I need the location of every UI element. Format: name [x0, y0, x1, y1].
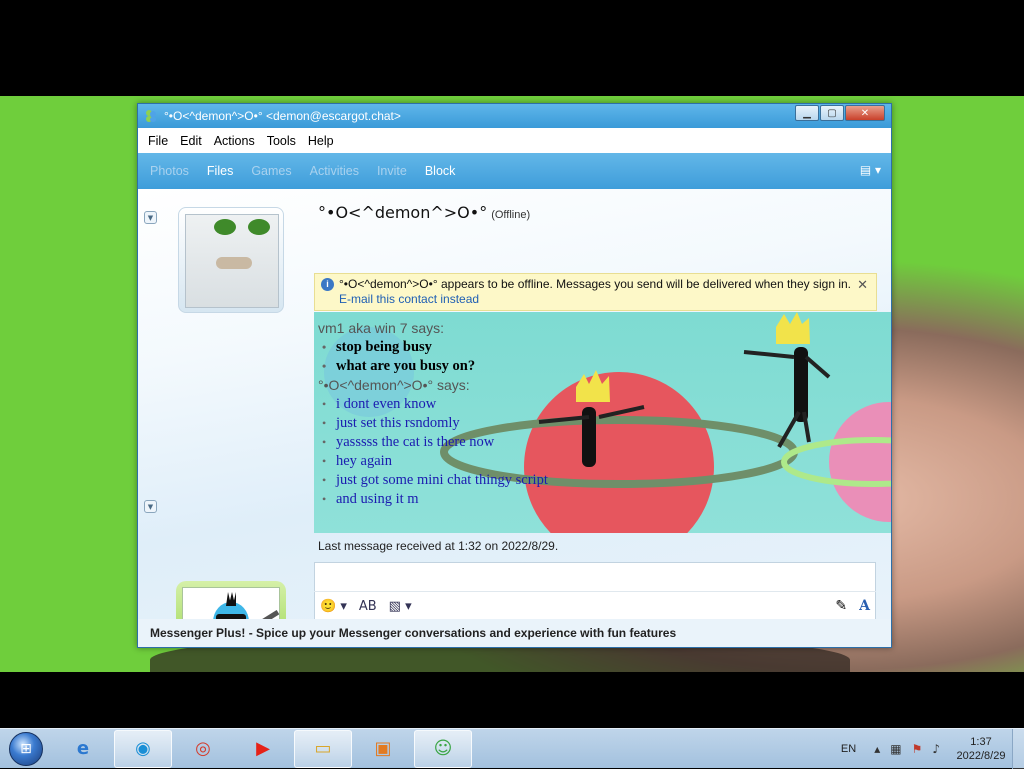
title-bar[interactable]: °•O<^demon^>O•° <demon@escargot.chat> ▁ … — [138, 104, 891, 128]
edge-icon[interactable]: ◉ — [114, 729, 172, 768]
toolbar-block[interactable]: Block — [425, 164, 456, 178]
input-toolbar: 🙂 ▾ AB ▧ ▾ ✎ A — [314, 591, 876, 620]
chat-message: i dont even know — [318, 395, 548, 414]
show-hidden-icons-icon[interactable]: ▴ — [874, 742, 880, 756]
minimize-button[interactable]: ▁ — [795, 105, 819, 121]
chat-message: just got some mini chat thingy script — [318, 471, 548, 490]
menu-file[interactable]: File — [148, 134, 168, 148]
cat-shape — [216, 257, 252, 269]
collapse-contact-icon[interactable]: ▼ — [144, 211, 157, 224]
chat-lines: vm1 aka win 7 says: stop being busy what… — [318, 319, 548, 509]
start-button[interactable]: ⊞ — [0, 729, 52, 769]
language-indicator[interactable]: EN — [841, 743, 856, 755]
contact-avatar[interactable] — [178, 207, 284, 313]
offline-message: °•O<^demon^>O•° appears to be offline. M… — [339, 277, 851, 291]
clock-time: 1:37 — [970, 736, 992, 748]
emoticon-icon[interactable]: 🙂 ▾ — [320, 599, 347, 614]
toolbar-activities: Activities — [309, 164, 359, 178]
email-contact-link[interactable]: E-mail this contact instead — [339, 292, 479, 306]
emoticon-glyph: 🙂 — [320, 598, 337, 614]
contact-name: °•O<^demon^>O•° — [318, 203, 488, 222]
action-center-icon[interactable]: ⚑ — [912, 742, 923, 756]
menu-edit[interactable]: Edit — [180, 134, 202, 148]
sender-line: °•O<^demon^>O•° says: — [318, 377, 470, 393]
collapse-self-icon[interactable]: ▼ — [144, 500, 157, 513]
close-button[interactable]: ✕ — [845, 105, 885, 121]
menu-actions[interactable]: Actions — [214, 134, 255, 148]
messenger-icon — [146, 110, 156, 122]
sender-line: vm1 aka win 7 says: — [318, 320, 445, 336]
toolbar-games: Games — [251, 164, 292, 178]
contact-picture — [185, 214, 279, 308]
spellcheck-icon[interactable]: AB — [359, 599, 377, 614]
youtube-icon[interactable]: ▶ — [234, 730, 292, 768]
clock[interactable]: 1:37 2022/8/29 — [950, 735, 1012, 763]
chat-message: just set this rsndomly — [318, 414, 548, 433]
maximize-button[interactable]: ▢ — [820, 105, 844, 121]
menu-tools[interactable]: Tools — [267, 134, 296, 148]
plant-shape — [248, 219, 270, 235]
conversation-body: ▼ °•O<^demon^>O•° (Offline) i °•O<^demon^… — [138, 189, 891, 647]
messenger-taskbar-icon[interactable]: ☺ — [414, 729, 472, 768]
chat-message: and using it m — [318, 490, 548, 509]
offline-info-bar: i °•O<^demon^>O•° appears to be offline.… — [314, 273, 877, 311]
last-message-status: Last message received at 1:32 on 2022/8/… — [318, 539, 559, 553]
conversation-window: °•O<^demon^>O•° <demon@escargot.chat> ▁ … — [137, 103, 892, 648]
share-icon[interactable]: ▤ ▾ — [860, 163, 881, 177]
app-icon[interactable]: ▣ — [354, 730, 412, 768]
chat-history[interactable]: vm1 aka win 7 says: stop being busy what… — [314, 312, 891, 533]
toolbar: Photos Files Games Activities Invite Blo… — [138, 153, 891, 189]
chrome-icon[interactable]: ◎ — [174, 730, 232, 768]
windows-logo-icon: ⊞ — [9, 731, 43, 766]
toolbar-invite: Invite — [376, 164, 407, 178]
chat-message: what are you busy on? — [318, 357, 548, 376]
internet-explorer-icon[interactable]: e — [54, 730, 112, 768]
messenger-plus-banner[interactable]: Messenger Plus! - Spice up your Messenge… — [138, 619, 891, 647]
system-tray: EN ▴ ▦ ⚑ ♪ 1:37 2022/8/29 — [841, 729, 1024, 769]
show-desktop-button[interactable] — [1012, 729, 1024, 769]
clock-date: 2022/8/29 — [956, 750, 1006, 762]
contact-status: (Offline) — [491, 209, 531, 221]
plant-shape — [214, 219, 236, 235]
toolbar-files[interactable]: Files — [207, 164, 233, 178]
window-title: °•O<^demon^>O•° <demon@escargot.chat> — [164, 109, 401, 123]
menu-help[interactable]: Help — [308, 134, 334, 148]
contact-header: °•O<^demon^>O•° (Offline) — [318, 203, 530, 222]
chat-message: stop being busy — [318, 338, 548, 357]
volume-icon[interactable]: ♪ — [932, 742, 940, 756]
dismiss-info-icon[interactable]: ✕ — [857, 277, 868, 292]
info-icon: i — [321, 278, 334, 291]
taskbar: ⊞ e ◉ ◎ ▶ ▭ ▣ ☺ EN ▴ ▦ ⚑ ♪ 1:37 2022/8/2… — [0, 728, 1024, 769]
network-icon[interactable]: ▦ — [890, 742, 901, 756]
file-explorer-icon[interactable]: ▭ — [294, 729, 352, 768]
font-icon[interactable]: A — [859, 598, 870, 614]
chat-message: yasssss the cat is there now — [318, 433, 548, 452]
handwriting-icon[interactable]: ✎ — [835, 598, 847, 614]
avatar-hair-shape — [226, 592, 236, 606]
chat-message: hey again — [318, 452, 548, 471]
background-picker-icon[interactable]: ▧ ▾ — [389, 599, 412, 614]
toolbar-photos: Photos — [150, 164, 189, 178]
menu-bar: File Edit Actions Tools Help — [138, 128, 891, 153]
